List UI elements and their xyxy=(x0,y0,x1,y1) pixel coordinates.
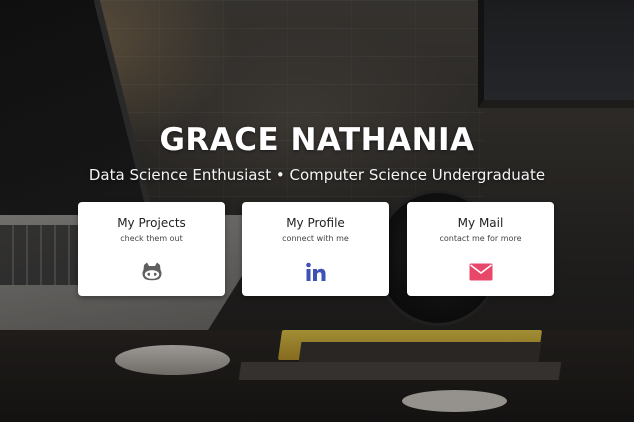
mail-card[interactable]: My Mail contact me for more xyxy=(407,202,554,296)
linkedin-icon[interactable] xyxy=(304,260,328,284)
card-subtitle: connect with me xyxy=(282,234,349,243)
card-title: My Profile xyxy=(286,216,345,230)
projects-card[interactable]: My Projects check them out xyxy=(78,202,225,296)
card-title: My Projects xyxy=(117,216,186,230)
mail-icon-graphic xyxy=(469,263,492,281)
github-icon[interactable] xyxy=(140,260,164,284)
card-title: My Mail xyxy=(457,216,504,230)
github-icon-graphic xyxy=(141,262,162,281)
mail-icon[interactable] xyxy=(469,260,493,284)
hero-section: GRACE NATHANIA Data Science Enthusiast •… xyxy=(0,0,634,422)
page-title: GRACE NATHANIA xyxy=(159,122,475,158)
card-subtitle: contact me for more xyxy=(439,234,522,243)
linkedin-icon-graphic xyxy=(305,262,325,281)
card-subtitle: check them out xyxy=(120,234,183,243)
link-cards: My Projects check them out My Profile co… xyxy=(78,202,555,297)
hero-content: GRACE NATHANIA Data Science Enthusiast •… xyxy=(0,0,634,422)
profile-card[interactable]: My Profile connect with me xyxy=(242,202,389,296)
page-subtitle: Data Science Enthusiast • Computer Scien… xyxy=(88,166,546,184)
